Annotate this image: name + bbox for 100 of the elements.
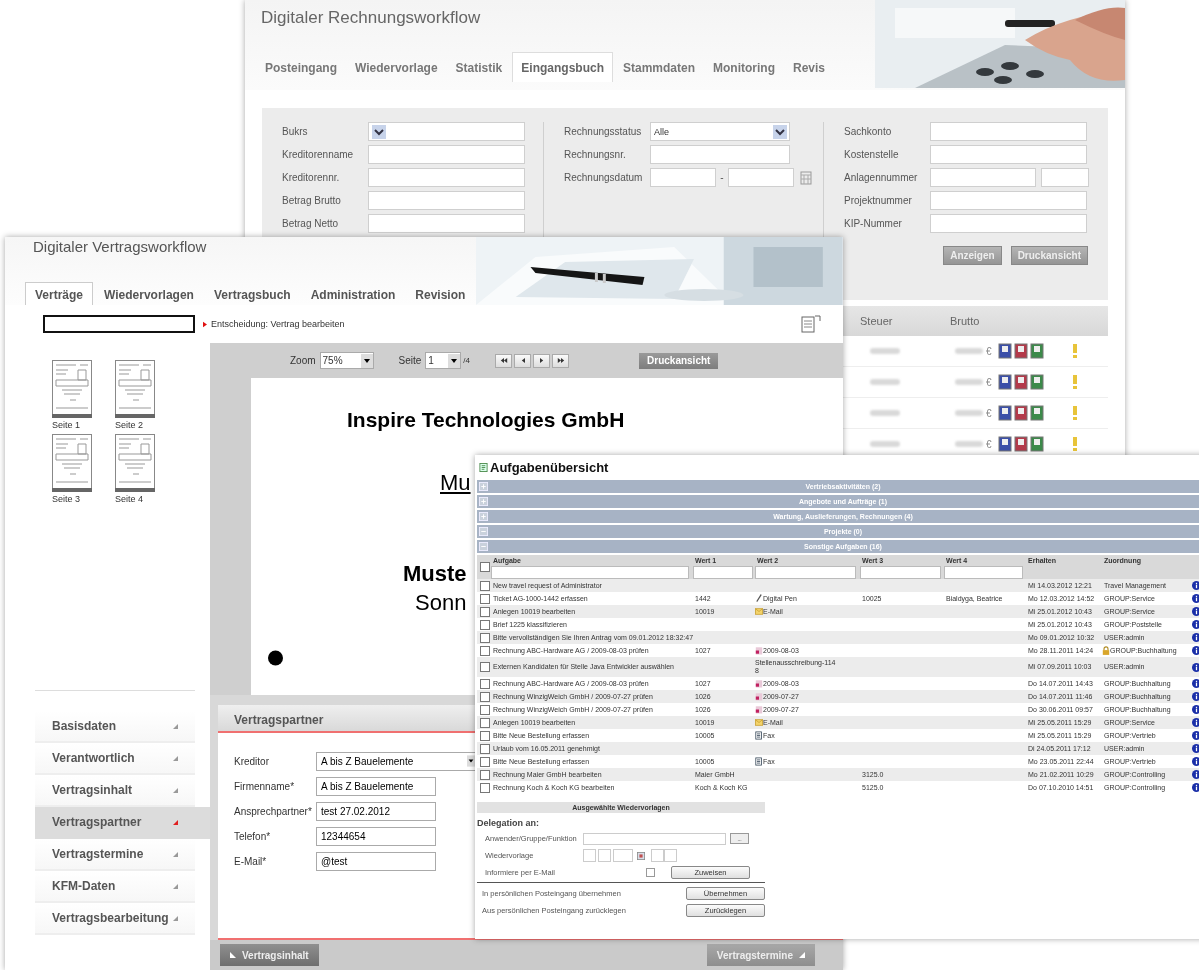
document-icon[interactable]: [1013, 374, 1028, 390]
last-page-button[interactable]: [552, 353, 570, 368]
toggle-icon[interactable]: [479, 542, 488, 551]
next-page-button[interactable]: [533, 353, 551, 368]
calendar-icon[interactable]: [637, 851, 645, 860]
search-field[interactable]: [43, 315, 195, 333]
input-field[interactable]: [368, 168, 525, 187]
info-icon[interactable]: [1192, 620, 1199, 629]
document-icon[interactable]: [1013, 405, 1028, 421]
document-icon[interactable]: [997, 405, 1012, 421]
input-field[interactable]: [930, 168, 1036, 187]
checkbox[interactable]: [480, 678, 490, 689]
info-icon[interactable]: [1192, 770, 1199, 779]
document-icon[interactable]: [1029, 436, 1044, 452]
back-button[interactable]: Vertragsinhalt: [220, 944, 319, 966]
day-field[interactable]: [583, 849, 596, 862]
checkbox[interactable]: [480, 632, 490, 643]
input-field[interactable]: test 27.02.2012: [316, 801, 436, 821]
filter-field[interactable]: [755, 566, 856, 579]
checkbox[interactable]: [480, 730, 490, 741]
info-icon[interactable]: [1192, 783, 1199, 792]
zoom-select[interactable]: 75%: [319, 352, 374, 369]
tab[interactable]: Wiedervorlagen: [95, 283, 203, 305]
hour-field[interactable]: [651, 849, 664, 862]
info-icon[interactable]: [1192, 731, 1199, 740]
tab[interactable]: Posteingang: [257, 53, 345, 82]
document-icon[interactable]: [1029, 374, 1044, 390]
document-icon[interactable]: [997, 343, 1012, 359]
tab[interactable]: Wiedervorlage: [347, 53, 446, 82]
input-field[interactable]: [930, 145, 1087, 164]
input-field[interactable]: [368, 145, 525, 164]
input-field[interactable]: [1041, 168, 1089, 187]
filter-field[interactable]: [944, 566, 1023, 579]
input-field[interactable]: [650, 145, 790, 164]
info-icon[interactable]: [1192, 662, 1199, 672]
checkbox[interactable]: [480, 691, 490, 702]
document-icon[interactable]: [1013, 436, 1028, 452]
page-thumbnail[interactable]: [52, 360, 92, 418]
document-icon[interactable]: [997, 436, 1012, 452]
select-field[interactable]: [368, 122, 525, 141]
tab[interactable]: Monitoring: [705, 53, 783, 82]
document-icon[interactable]: [997, 374, 1012, 390]
minute-field[interactable]: [664, 849, 677, 862]
tab[interactable]: Eingangsbuch: [512, 52, 613, 82]
previous-page-button[interactable]: [514, 353, 532, 368]
page-thumbnail[interactable]: [115, 360, 155, 418]
document-icon[interactable]: [1029, 405, 1044, 421]
input-field[interactable]: [368, 191, 525, 210]
info-icon[interactable]: [1192, 718, 1199, 727]
checkbox[interactable]: [480, 704, 490, 715]
tab[interactable]: Verträge: [25, 282, 94, 305]
input-field[interactable]: [368, 214, 525, 233]
nav-item[interactable]: Vertragspartner: [35, 807, 210, 839]
document-icon[interactable]: [1029, 343, 1044, 359]
input-field[interactable]: A bis Z Bauelemente: [316, 776, 436, 796]
checkbox[interactable]: [480, 580, 490, 591]
tab[interactable]: Revision: [406, 283, 475, 305]
tab[interactable]: Vertragsbuch: [204, 283, 300, 305]
checkbox[interactable]: [480, 593, 490, 604]
checkbox[interactable]: [480, 743, 490, 754]
input-field[interactable]: [930, 214, 1087, 233]
page-select[interactable]: 1: [425, 352, 462, 369]
input-field[interactable]: [728, 168, 794, 187]
input-field[interactable]: [930, 122, 1087, 141]
input-field[interactable]: 12344654: [316, 826, 436, 846]
select-field[interactable]: A bis Z Bauelemente: [316, 751, 476, 771]
toggle-icon[interactable]: [479, 497, 488, 506]
info-icon[interactable]: [1192, 646, 1199, 655]
page-thumbnail[interactable]: [115, 434, 155, 492]
checkbox[interactable]: [480, 645, 490, 656]
toggle-icon[interactable]: [479, 512, 488, 521]
checkbox[interactable]: [480, 782, 490, 793]
input-field[interactable]: [930, 191, 1087, 210]
tab[interactable]: Stammdaten: [614, 53, 703, 82]
checkbox[interactable]: [480, 717, 490, 728]
checkbox[interactable]: [646, 868, 655, 877]
checkbox[interactable]: [480, 606, 490, 617]
input-field[interactable]: [583, 832, 726, 845]
select-field[interactable]: Alle: [650, 122, 790, 141]
tab[interactable]: Revis: [785, 53, 833, 82]
toggle-icon[interactable]: [479, 482, 488, 491]
input-field[interactable]: @test: [316, 851, 436, 871]
filter-field[interactable]: [693, 566, 753, 579]
document-icon[interactable]: [1013, 343, 1028, 359]
filter-field[interactable]: [860, 566, 941, 579]
info-icon[interactable]: [1192, 607, 1199, 616]
checkbox[interactable]: [480, 619, 490, 630]
page-thumbnail[interactable]: [52, 434, 92, 492]
info-icon[interactable]: [1192, 581, 1199, 590]
info-icon[interactable]: [1192, 633, 1199, 642]
year-field[interactable]: [613, 849, 633, 862]
filter-field[interactable]: [491, 566, 689, 579]
checkbox[interactable]: [480, 562, 490, 572]
info-icon[interactable]: [1192, 757, 1199, 766]
info-icon[interactable]: [1192, 679, 1199, 688]
info-icon[interactable]: [1192, 705, 1199, 714]
tab[interactable]: Statistik: [447, 53, 511, 82]
info-icon[interactable]: [1192, 744, 1199, 753]
checkbox[interactable]: [480, 769, 490, 780]
input-field[interactable]: [650, 168, 716, 187]
